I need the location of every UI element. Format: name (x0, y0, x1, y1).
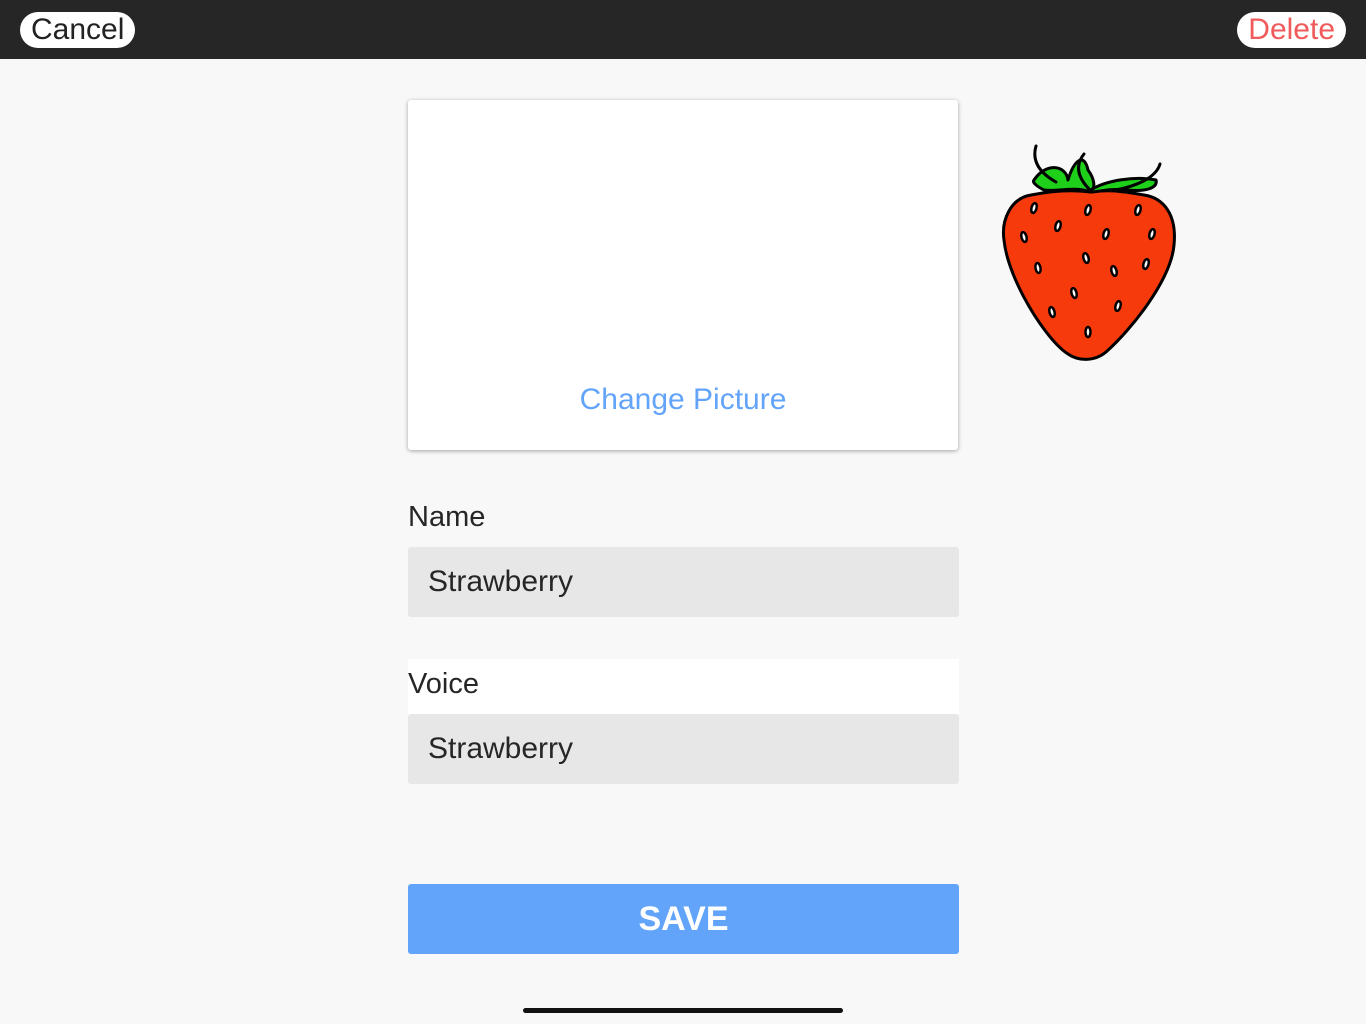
name-label: Name (408, 501, 486, 533)
change-picture-link[interactable]: Change Picture (408, 383, 958, 417)
name-field[interactable] (408, 547, 959, 617)
strawberry-image[interactable] (996, 140, 1182, 364)
cancel-button[interactable]: Cancel (20, 12, 136, 48)
voice-field[interactable] (408, 714, 959, 784)
voice-label-background (408, 659, 959, 715)
home-indicator (523, 1008, 843, 1013)
delete-button[interactable]: Delete (1237, 12, 1346, 48)
save-button[interactable]: SAVE (408, 884, 959, 954)
top-bar: Cancel Delete (0, 0, 1366, 59)
picture-card: Change Picture (408, 100, 1176, 450)
voice-label: Voice (408, 668, 479, 700)
